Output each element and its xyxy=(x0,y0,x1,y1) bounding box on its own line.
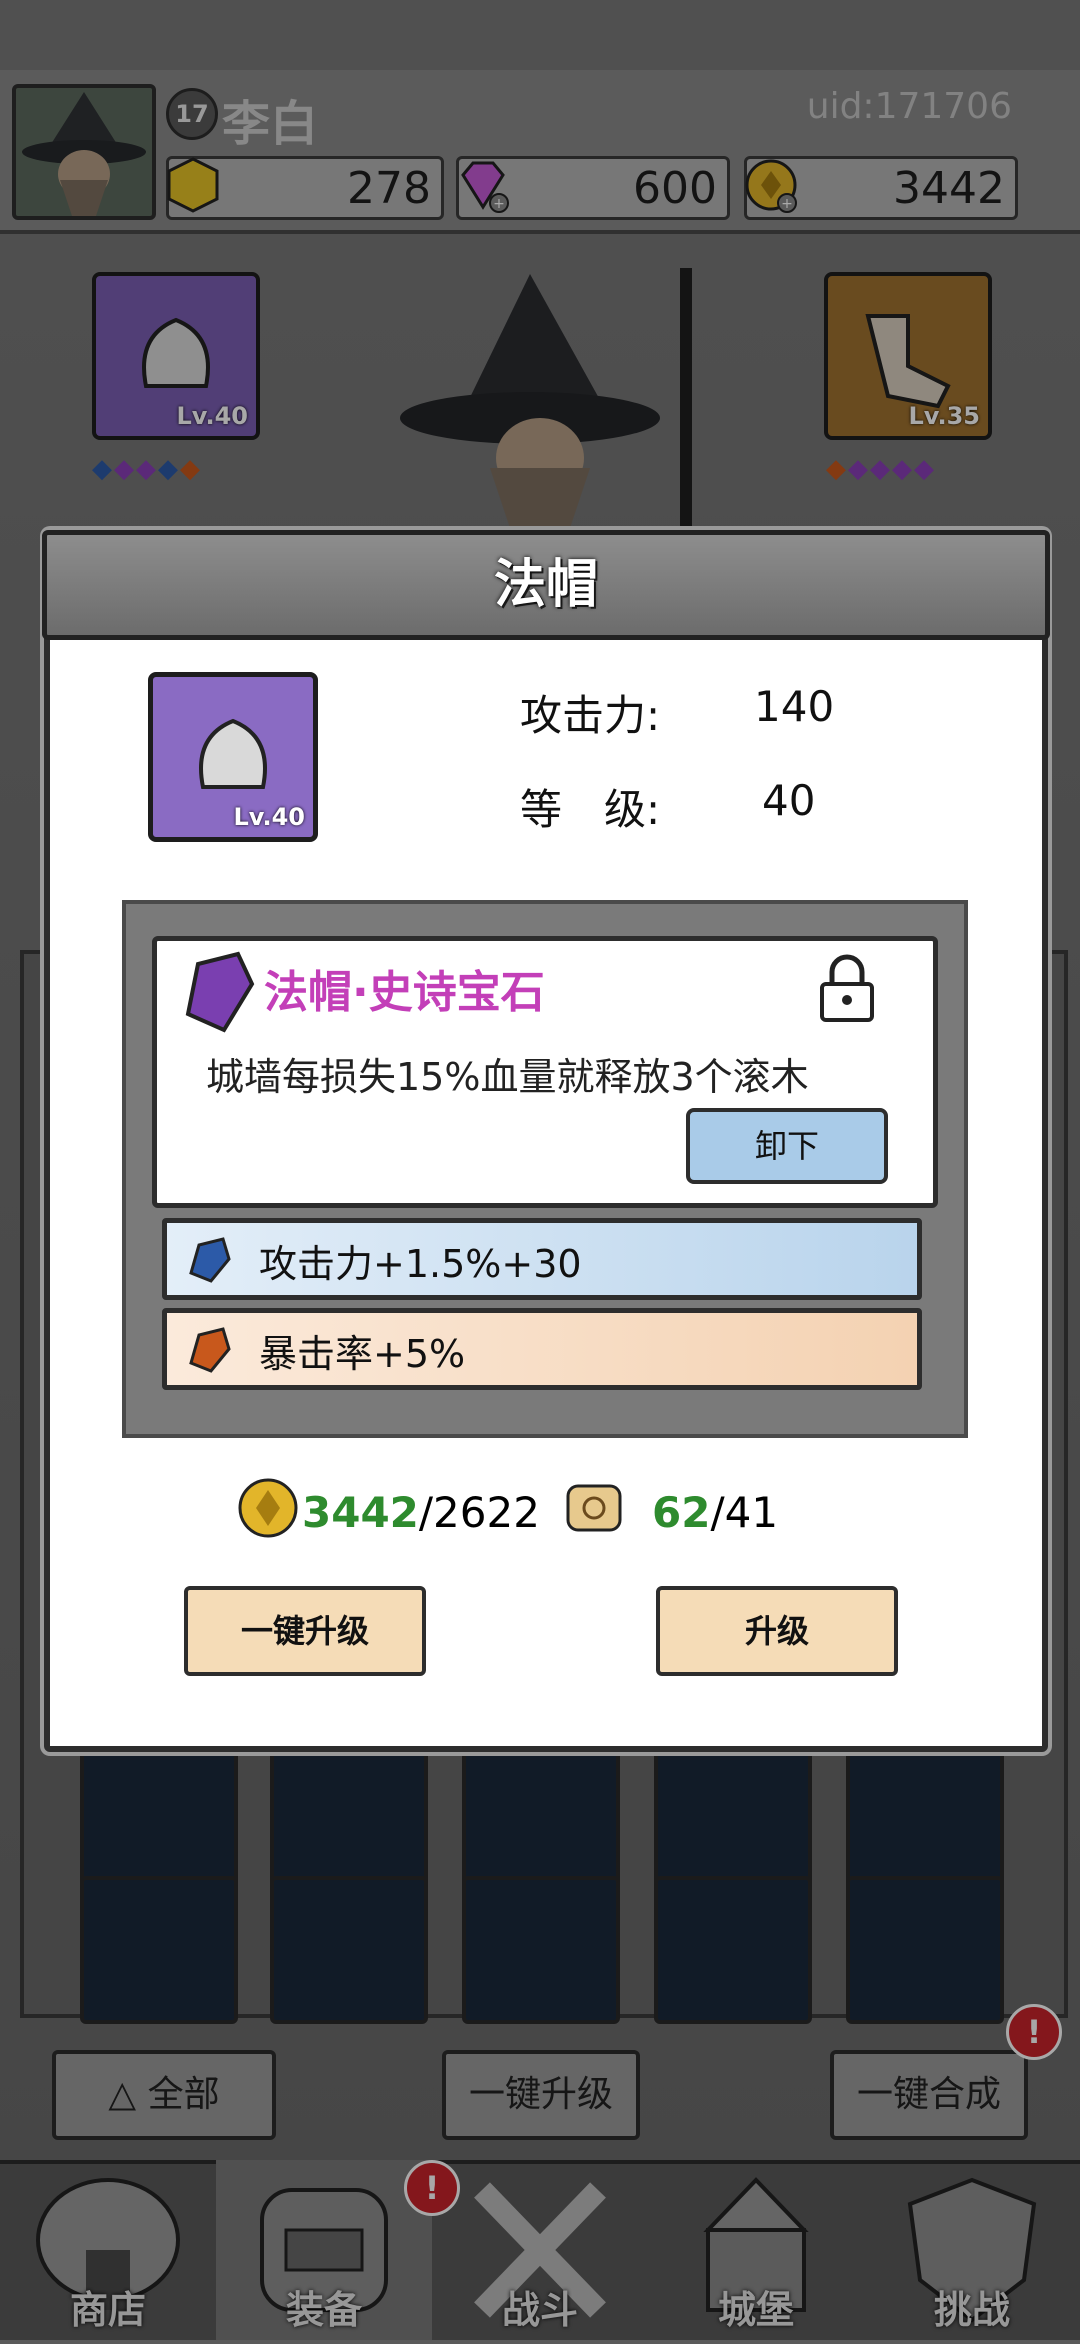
gem-title: 法帽·史诗宝石 xyxy=(264,967,545,1018)
gold-coin-icon xyxy=(238,1478,298,1538)
purple-gem-icon xyxy=(185,951,255,1033)
gold-cost: 3442/2622 xyxy=(302,1488,540,1537)
dialog-title-bar: 法帽 xyxy=(42,530,1050,640)
level-label: 等 级: xyxy=(520,785,661,834)
dialog-upgrade-button[interactable]: 升级 xyxy=(656,1586,898,1676)
attack-value: 140 xyxy=(754,682,835,731)
gold-have: 3442 xyxy=(302,1488,419,1537)
bonus-row-orange: 暴击率+5% xyxy=(162,1308,922,1390)
bonus-crit-text: 暴击率+5% xyxy=(259,1332,466,1376)
blue-gem-icon xyxy=(189,1237,231,1283)
lock-icon[interactable] xyxy=(816,954,878,1024)
item-icon-slot: Lv.40 xyxy=(148,672,318,842)
bonus-row-blue: 攻击力+1.5%+30 xyxy=(162,1218,922,1300)
unload-gem-button[interactable]: 卸下 xyxy=(686,1108,888,1184)
bonus-attack-text: 攻击力+1.5%+30 xyxy=(259,1242,582,1286)
orange-gem-icon xyxy=(189,1327,231,1373)
level-value: 40 xyxy=(762,776,816,825)
scroll-cost: 62/41 xyxy=(652,1488,778,1537)
scroll-have: 62 xyxy=(652,1488,711,1537)
scroll-need: /41 xyxy=(710,1488,779,1537)
gold-need: /2622 xyxy=(418,1488,540,1537)
attack-label: 攻击力: xyxy=(520,691,661,740)
gem-description: 城墙每损失15%血量就释放3个滚木 xyxy=(206,1055,809,1099)
item-level-label: Lv.40 xyxy=(233,803,306,831)
dialog-title: 法帽 xyxy=(493,555,598,615)
dialog-upgrade-all-button[interactable]: 一键升级 xyxy=(184,1586,426,1676)
scroll-icon xyxy=(566,1484,622,1532)
